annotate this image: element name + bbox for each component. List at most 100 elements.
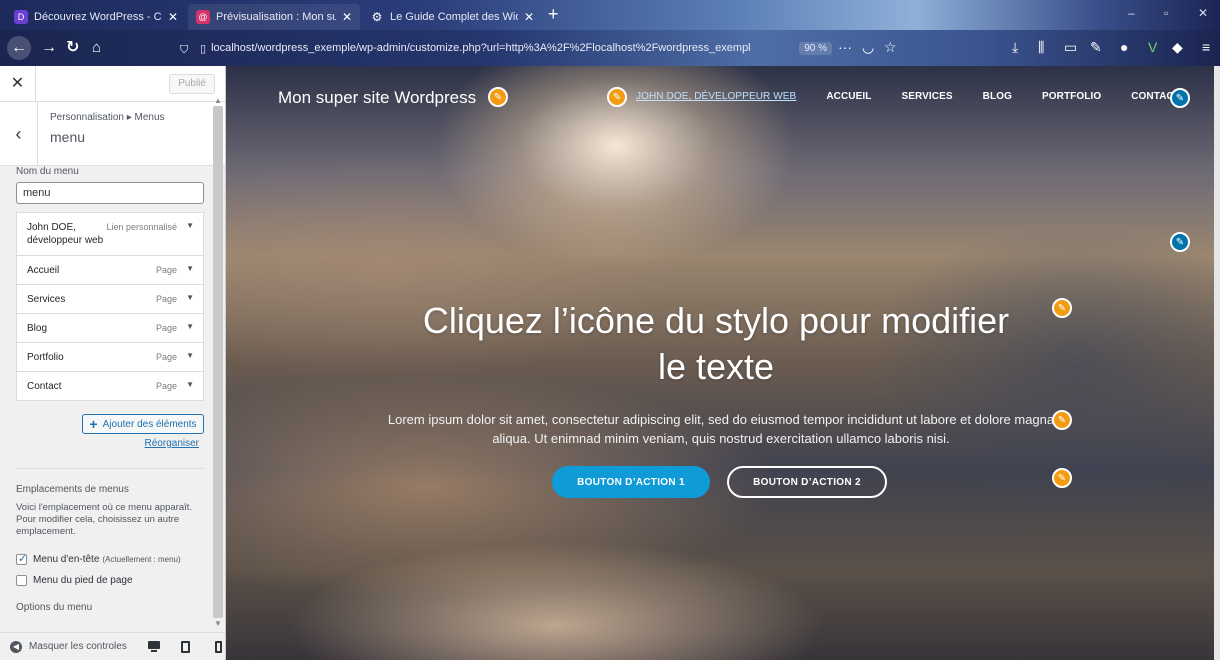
menu-item[interactable]: Blog Page ▼ (16, 314, 204, 343)
download-icon[interactable]: ⤓ (1012, 39, 1018, 56)
menu-name-label: Nom du menu (16, 166, 79, 177)
tablet-preview-icon[interactable] (179, 640, 193, 653)
desktop-preview-icon[interactable] (147, 640, 161, 653)
menu-item-title: Portfolio (27, 352, 64, 363)
menu-locations-heading: Emplacements de menus (16, 484, 129, 495)
edit-pencil-icon[interactable]: ✎ (1170, 232, 1190, 252)
site-title[interactable]: Mon super site Wordpress (278, 88, 476, 108)
nav-link-john-doe[interactable]: JOHN DOE, DÉVELOPPEUR WEB (636, 91, 796, 102)
menu-item-type: Page (155, 265, 177, 275)
menu-item[interactable]: John DOE, développeur web Lien personnal… (16, 212, 204, 256)
reorder-link[interactable]: Réorganiser (145, 438, 199, 449)
sidebar-scrollbar[interactable] (213, 106, 223, 618)
hide-controls-label: Masquer les controles (29, 641, 127, 652)
location-header-menu[interactable]: Menu d'en-tête (Actuellement : menu) (16, 552, 181, 565)
reload-icon[interactable]: ↻ (66, 37, 79, 59)
back-arrow-icon[interactable]: ← (7, 36, 31, 60)
browser-tab-1[interactable]: D Découvrez WordPress - Créez un ✕ (6, 4, 186, 30)
close-customizer-icon[interactable]: ✕ (0, 66, 36, 102)
expand-arrow-icon[interactable]: ▼ (186, 264, 194, 273)
vue-extension-icon[interactable]: V (1148, 39, 1157, 55)
nav-link-blog[interactable]: BLOG (983, 91, 1012, 102)
close-window-icon[interactable]: ✕ (1198, 6, 1208, 20)
pocket-icon[interactable]: ◡ (862, 39, 874, 56)
edit-pencil-icon[interactable]: ✎ (607, 87, 627, 107)
divider (16, 468, 204, 469)
mobile-preview-icon[interactable] (211, 640, 225, 653)
footer-menu-checkbox[interactable] (16, 575, 27, 586)
tab-title: Découvrez WordPress - Créez un (34, 11, 162, 23)
expand-arrow-icon[interactable]: ▼ (186, 351, 194, 360)
url-bar[interactable]: ▯ localhost/wordpress_exemple/wp-admin/c… (200, 37, 832, 59)
menu-item-type: Page (155, 381, 177, 391)
breadcrumb: Personnalisation ▸ Menus (50, 112, 165, 123)
hide-controls-button[interactable]: ◀ Masquer les controles (10, 640, 127, 653)
new-tab-icon[interactable]: + (548, 5, 559, 23)
section-title: menu (50, 129, 86, 145)
menu-item-type: Page (155, 323, 177, 333)
collapse-arrow-icon: ◀ (10, 640, 22, 653)
extension-badge-icon[interactable]: ● (1120, 39, 1128, 55)
back-chevron-icon[interactable]: ‹ (0, 102, 38, 166)
nav-link-services[interactable]: SERVICES (901, 91, 952, 102)
tab-favicon-icon: ⚙ (371, 10, 383, 24)
more-actions-icon[interactable]: ··· (838, 39, 852, 55)
nav-link-accueil[interactable]: ACCUEIL (826, 91, 871, 102)
expand-arrow-icon[interactable]: ▼ (186, 293, 194, 302)
nav-link-portfolio[interactable]: PORTFOLIO (1042, 91, 1101, 102)
browser-tab-2[interactable]: @ Prévisualisation : Mon super site ✕ (188, 4, 360, 30)
hero-title: Cliquez l’icône du stylo pour modifier l… (422, 300, 1010, 387)
library-icon[interactable]: ⫼ (1038, 39, 1044, 56)
edit-pencil-icon[interactable]: ✎ (1052, 410, 1072, 430)
browser-nav-bar: ← → ↻ ⌂ ⛉ ▯ localhost/wordpress_exemple/… (0, 30, 1220, 66)
menu-hamburger-icon[interactable]: ≡ (1202, 39, 1210, 55)
expand-arrow-icon[interactable]: ▼ (186, 221, 194, 230)
edit-pencil-icon[interactable]: ✎ (1052, 298, 1072, 318)
expand-arrow-icon[interactable]: ▼ (186, 322, 194, 331)
tab-title: Le Guide Complet des Widgets (390, 11, 518, 23)
scroll-down-arrow-icon[interactable]: ▼ (214, 619, 222, 628)
tab-close-icon[interactable]: ✕ (524, 10, 534, 24)
url-text: localhost/wordpress_exemple/wp-admin/cus… (211, 42, 751, 54)
action-button-2[interactable]: BOUTON D’ACTION 2 (727, 466, 887, 498)
menu-item[interactable]: Contact Page ▼ (16, 372, 204, 401)
tab-favicon-icon: D (14, 10, 28, 24)
edit-pencil-icon[interactable]: ✎ (1052, 468, 1072, 488)
tab-close-icon[interactable]: ✕ (342, 10, 352, 24)
site-preview: Mon super site Wordpress ✎ ✎ JOHN DOE, D… (226, 66, 1214, 660)
action-button-1[interactable]: BOUTON D’ACTION 1 (552, 466, 710, 498)
menu-item-type: Lien personnalisé (106, 222, 177, 232)
sidebar-icon[interactable]: ▭ (1064, 39, 1077, 56)
edit-pencil-icon[interactable]: ✎ (488, 87, 508, 107)
menu-item-title: John DOE, développeur web (27, 222, 104, 246)
section-header: ‹ Personnalisation ▸ Menus menu (0, 102, 225, 166)
forward-arrow-icon[interactable]: → (41, 37, 57, 59)
browser-tab-3[interactable]: ⚙ Le Guide Complet des Widgets ✕ (362, 4, 542, 30)
header-menu-checkbox[interactable] (16, 552, 27, 565)
preview-scrollbar[interactable] (1214, 66, 1220, 660)
restore-icon[interactable]: ▫ (1164, 6, 1168, 20)
shield-icon[interactable]: ⛉ (180, 39, 188, 61)
menu-item-title: Accueil (27, 265, 60, 276)
add-items-button[interactable]: + Ajouter des éléments (82, 414, 204, 434)
edit-pencil-icon[interactable]: ✎ (1170, 88, 1190, 108)
hero-text: Lorem ipsum dolor sit amet, consectetur … (387, 412, 1055, 446)
minimize-icon[interactable]: – (1128, 6, 1135, 20)
home-icon[interactable]: ⌂ (92, 37, 101, 59)
extension-icon[interactable]: ✎ (1090, 39, 1102, 56)
bookmark-star-icon[interactable]: ☆ (884, 39, 897, 56)
menu-item[interactable]: Services Page ▼ (16, 285, 204, 314)
scroll-up-arrow-icon[interactable]: ▲ (214, 96, 222, 105)
menu-name-input[interactable] (16, 182, 204, 204)
menu-item[interactable]: Portfolio Page ▼ (16, 343, 204, 372)
tab-close-icon[interactable]: ✕ (168, 10, 178, 24)
menu-item-type: Page (155, 352, 177, 362)
expand-arrow-icon[interactable]: ▼ (186, 380, 194, 389)
menu-item-type: Page (155, 294, 177, 304)
menu-item[interactable]: Accueil Page ▼ (16, 256, 204, 285)
publish-button[interactable]: Publié (169, 74, 215, 94)
menu-item-title: Contact (27, 381, 62, 392)
location-footer-menu[interactable]: Menu du pied de page (16, 575, 133, 586)
zoom-level[interactable]: 90 % (799, 41, 832, 55)
notifications-icon[interactable]: ◆ (1172, 39, 1183, 56)
